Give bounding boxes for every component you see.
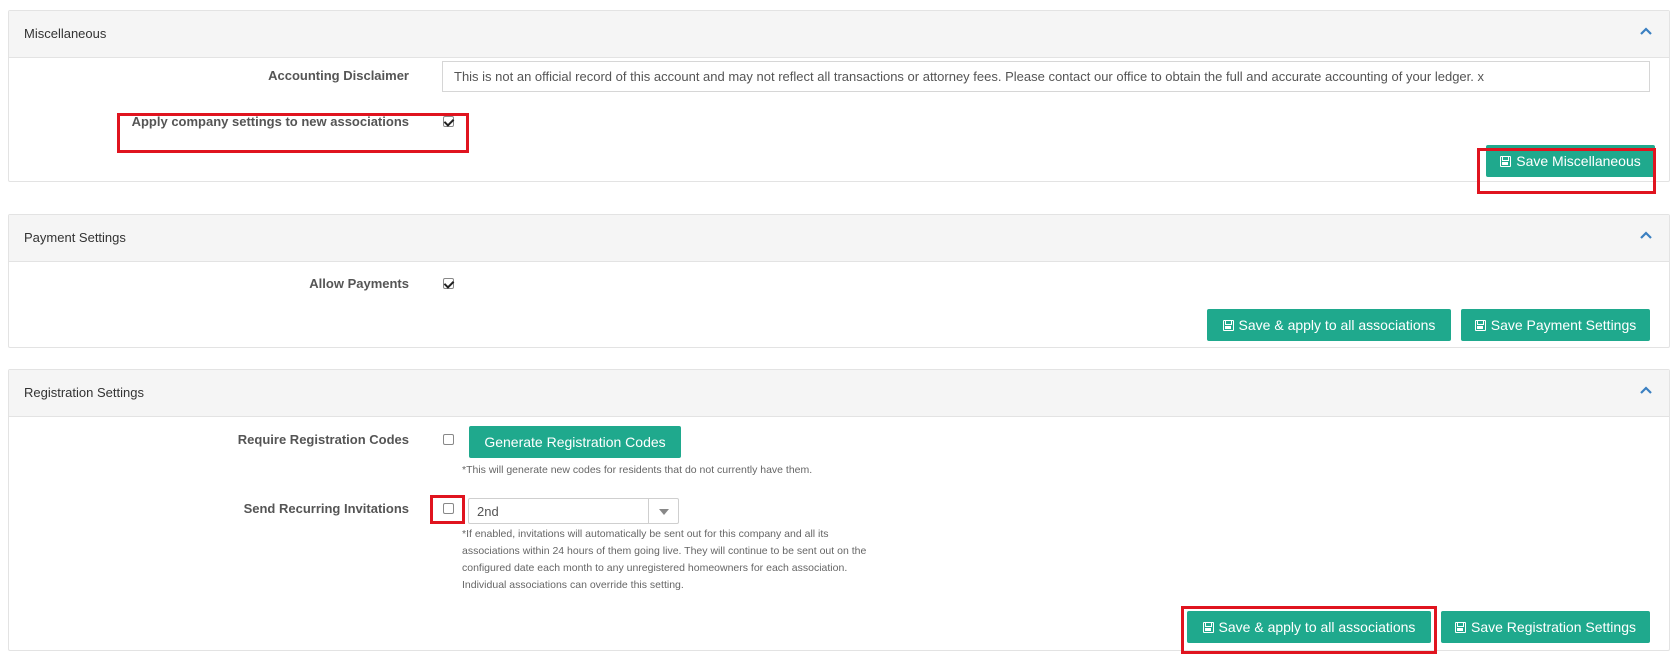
help-line: associations within 24 hours of them goi… — [462, 545, 867, 557]
panel-title: Payment Settings — [24, 230, 126, 245]
chevron-up-icon[interactable] — [1639, 384, 1653, 398]
save-registration-settings-button[interactable]: Save Registration Settings — [1441, 611, 1650, 643]
button-label: Save & apply to all associations — [1238, 317, 1436, 333]
save-payment-settings-button[interactable]: Save Payment Settings — [1461, 309, 1650, 341]
button-label: Save Miscellaneous — [1516, 153, 1641, 169]
payment-settings-panel-heading[interactable]: Payment Settings — [9, 215, 1669, 262]
panel-title: Registration Settings — [24, 385, 144, 400]
payment-settings-panel: Payment Settings Allow Payments Save & a… — [8, 214, 1670, 348]
button-label: Save Payment Settings — [1490, 317, 1637, 333]
chevron-up-icon[interactable] — [1639, 25, 1653, 39]
registration-settings-panel-heading[interactable]: Registration Settings — [9, 370, 1669, 417]
require-registration-codes-checkbox[interactable] — [443, 434, 454, 445]
caret-down-icon — [659, 509, 669, 515]
button-label: Save Registration Settings — [1471, 619, 1636, 635]
save-icon — [1202, 621, 1214, 633]
save-icon — [1474, 319, 1486, 331]
save-apply-all-associations-button[interactable]: Save & apply to all associations — [1207, 309, 1451, 341]
panel-title: Miscellaneous — [24, 26, 107, 41]
generate-registration-codes-button[interactable]: Generate Registration Codes — [469, 426, 681, 458]
registration-settings-panel: Registration Settings Require Registrati… — [8, 369, 1670, 651]
recurring-day-select[interactable]: 2nd — [468, 498, 679, 524]
chevron-up-icon[interactable] — [1639, 229, 1653, 243]
select-toggle[interactable] — [648, 499, 678, 523]
allow-payments-label: Allow Payments — [309, 276, 409, 291]
help-line: *If enabled, invitations will automatica… — [462, 528, 829, 540]
button-label: Save & apply to all associations — [1218, 619, 1416, 635]
apply-company-settings-checkbox[interactable] — [443, 116, 454, 127]
recurring-invitations-help-text: *If enabled, invitations will automatica… — [462, 526, 866, 594]
button-label: Generate Registration Codes — [484, 434, 666, 450]
miscellaneous-panel: Miscellaneous Accounting Disclaimer This… — [8, 10, 1670, 182]
save-icon — [1500, 155, 1512, 167]
save-icon — [1222, 319, 1234, 331]
save-miscellaneous-button[interactable]: Save Miscellaneous — [1486, 145, 1655, 177]
accounting-disclaimer-label: Accounting Disclaimer — [268, 68, 409, 83]
accounting-disclaimer-input[interactable]: This is not an official record of this a… — [442, 61, 1650, 92]
recurring-day-value: 2nd — [477, 504, 499, 519]
require-registration-codes-label: Require Registration Codes — [237, 432, 409, 447]
save-icon — [1455, 621, 1466, 633]
send-recurring-invitations-label: Send Recurring Invitations — [243, 501, 409, 516]
allow-payments-checkbox[interactable] — [443, 278, 454, 289]
help-line: Individual associations can override thi… — [462, 579, 684, 591]
apply-company-settings-label: Apply company settings to new associatio… — [131, 114, 409, 129]
miscellaneous-panel-heading[interactable]: Miscellaneous — [9, 11, 1669, 58]
help-line: configured date each month to any unregi… — [462, 562, 848, 574]
save-apply-all-associations-button[interactable]: Save & apply to all associations — [1187, 611, 1431, 643]
send-recurring-invitations-checkbox[interactable] — [443, 503, 454, 514]
generate-codes-help-text: *This will generate new codes for reside… — [462, 464, 813, 476]
